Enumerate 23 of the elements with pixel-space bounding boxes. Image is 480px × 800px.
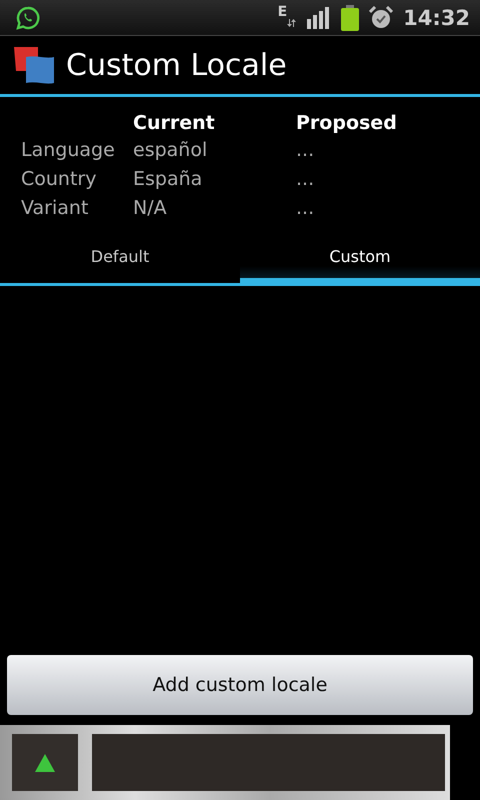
app-title: Custom Locale — [66, 48, 287, 82]
chat-bubble-icon — [16, 6, 40, 30]
signal-icon — [307, 6, 332, 28]
table-cell-text: ... — [296, 167, 316, 192]
flag-icon — [12, 45, 56, 85]
triangle-up-icon — [35, 754, 55, 772]
add-custom-locale-button[interactable]: Add custom locale — [7, 655, 473, 715]
table-cell-text: ... — [296, 196, 316, 221]
alarm-clock-icon — [369, 6, 394, 30]
column-header: Proposed — [296, 111, 398, 135]
battery-icon — [341, 4, 360, 30]
table-cell-text: español — [133, 138, 208, 163]
column-header: Current — [133, 111, 216, 135]
row-label: Language — [20, 138, 116, 163]
table-cell-text: N/A — [133, 196, 168, 221]
expand-button[interactable] — [12, 734, 78, 791]
row-label: Country — [20, 167, 98, 192]
network-type: E — [278, 4, 288, 20]
table-cell-text: España — [133, 167, 204, 192]
data-arrows-icon — [287, 18, 298, 26]
table-cell-text: ... — [296, 138, 316, 163]
clock-time: 14:32 — [403, 6, 470, 30]
row-label: Variant — [20, 196, 90, 221]
